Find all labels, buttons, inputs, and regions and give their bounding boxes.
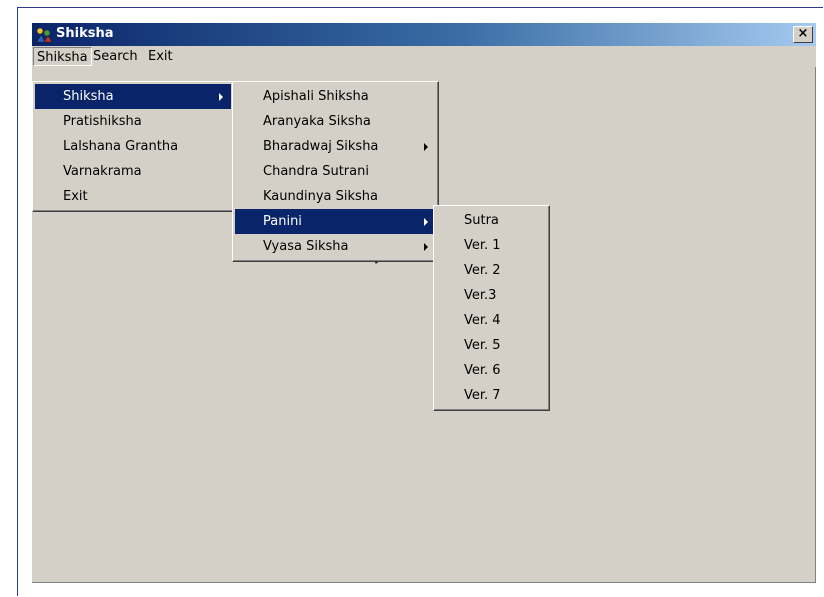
menu-panini-sub: Sutra Ver. 1 Ver. 2 Ver.3 Ver. 4 Ver. 5 …: [433, 205, 550, 411]
menu-item-panini[interactable]: Panini: [235, 209, 436, 234]
menu-item-apishali-shiksha[interactable]: Apishali Shiksha: [235, 84, 436, 109]
menu-item-ver-1[interactable]: Ver. 1: [436, 233, 547, 258]
menu-item-label: Pratishiksha: [63, 114, 142, 129]
menu-item-chandra-sutrani[interactable]: Chandra Sutrani: [235, 159, 436, 184]
menu-shiksha-sub: Apishali Shiksha Aranyaka Siksha Bharadw…: [232, 81, 439, 262]
menu-item-varnakrama[interactable]: Varnakrama: [35, 159, 231, 184]
menu-item-label: Ver. 7: [464, 388, 501, 403]
menu-item-label: Chandra Sutrani: [263, 164, 369, 179]
close-icon: ×: [797, 26, 809, 41]
menubar-item-exit[interactable]: Exit: [145, 47, 176, 66]
menu-item-label: Ver. 2: [464, 263, 501, 278]
menu-item-label: Exit: [63, 189, 88, 204]
menu-bar: Shiksha Search Exit: [32, 46, 816, 67]
menu-item-pratishiksha[interactable]: Pratishiksha: [35, 109, 231, 134]
title-bar[interactable]: Shiksha ×: [32, 23, 816, 46]
menu-item-ver-2[interactable]: Ver. 2: [436, 258, 547, 283]
menu-item-bharadwaj-siksha[interactable]: Bharadwaj Siksha: [235, 134, 436, 159]
menu-item-label: Shiksha: [63, 89, 114, 104]
menu-item-label: Panini: [263, 214, 302, 229]
menu-item-ver-4[interactable]: Ver. 4: [436, 308, 547, 333]
menu-item-label: Ver. 6: [464, 363, 501, 378]
submenu-arrow-icon: [424, 243, 428, 251]
menubar-item-shiksha[interactable]: Shiksha: [33, 47, 92, 66]
menu-item-label: Apishali Shiksha: [263, 89, 369, 104]
submenu-arrow-icon: [219, 93, 223, 101]
menu-item-label: Kaundinya Siksha: [263, 189, 379, 204]
menu-item-label: Vyasa Siksha: [263, 239, 349, 254]
menu-item-label: Lalshana Grantha: [63, 139, 179, 154]
menu-item-ver-3[interactable]: Ver.3: [436, 283, 547, 308]
menu-item-shiksha[interactable]: Shiksha: [35, 84, 231, 109]
submenu-arrow-icon: [424, 143, 428, 151]
submenu-arrow-icon: [424, 218, 428, 226]
menu-item-ver-7[interactable]: Ver. 7: [436, 383, 547, 408]
menu-item-label: Ver. 1: [464, 238, 501, 253]
menu-item-label: Ver. 5: [464, 338, 501, 353]
window-title: Shiksha: [56, 26, 114, 41]
menu-item-label: Bharadwaj Siksha: [263, 139, 379, 154]
menu-item-sutra[interactable]: Sutra: [436, 208, 547, 233]
menu-item-label: Varnakrama: [63, 164, 142, 179]
menubar-item-search[interactable]: Search: [90, 47, 141, 66]
menu-item-label: Ver. 4: [464, 313, 501, 328]
menu-item-label: Sutra: [464, 213, 499, 228]
menu-item-kaundinya-siksha[interactable]: Kaundinya Siksha: [235, 184, 436, 209]
menu-item-vyasa-siksha[interactable]: Vyasa Siksha: [235, 234, 436, 259]
menu-item-label: Aranyaka Siksha: [263, 114, 371, 129]
menu-shiksha: Shiksha Pratishiksha Lalshana Grantha Va…: [32, 81, 234, 212]
app-icon: [36, 27, 53, 43]
menu-item-ver-6[interactable]: Ver. 6: [436, 358, 547, 383]
menu-item-aranyaka-siksha[interactable]: Aranyaka Siksha: [235, 109, 436, 134]
menu-item-lalshana-grantha[interactable]: Lalshana Grantha: [35, 134, 231, 159]
menu-item-exit[interactable]: Exit: [35, 184, 231, 209]
menu-item-ver-5[interactable]: Ver. 5: [436, 333, 547, 358]
menu-item-label: Ver.3: [464, 288, 497, 303]
close-button[interactable]: ×: [793, 26, 813, 43]
